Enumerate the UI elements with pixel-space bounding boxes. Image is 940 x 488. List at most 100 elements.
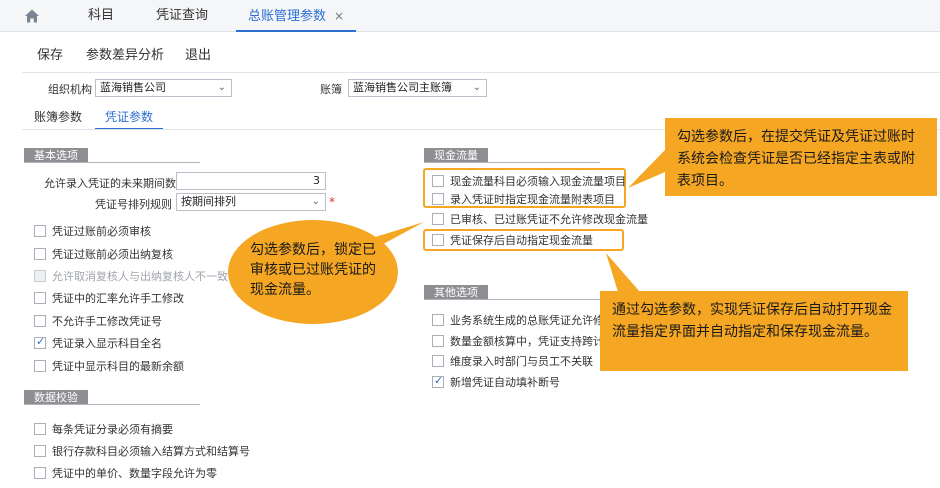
checkbox-bank-settlement[interactable]: 银行存款科目必须输入结算方式和结算号 (34, 443, 250, 459)
callout-text: 通过勾选参数，实现凭证保存后自动打开现金流量指定界面并自动指定和保存现金流量。 (612, 302, 892, 340)
checkbox-label: 新增凭证自动填补断号 (450, 376, 560, 389)
checkbox-latest-balance[interactable]: 凭证中显示科目的最新余额 (34, 358, 184, 374)
section-title: 基本选项 (24, 148, 88, 163)
checkbox-cashflow-attach[interactable]: 录入凭证时指定现金流量附表项目 (432, 191, 615, 207)
checkbox-dept-employee[interactable]: 维度录入时部门与员工不关联 (432, 353, 593, 369)
checkbox-box[interactable] (34, 292, 46, 304)
sort-rule-select[interactable]: 按期间排列 ⌄ (176, 193, 326, 211)
tab-label: 总账管理参数 (248, 9, 327, 24)
checkbox-label: 录入凭证时指定现金流量附表项目 (450, 193, 615, 206)
section-basic: 基本选项 (24, 148, 200, 163)
checkbox-label: 凭证中显示科目的最新余额 (52, 360, 184, 373)
org-select[interactable]: 蓝海销售公司 ⌄ (95, 79, 232, 97)
section-rule (24, 404, 200, 405)
toolbar: 保存 参数差异分析 退出 (22, 38, 940, 70)
tab-gl-params[interactable]: 总账管理参数 × (236, 0, 357, 32)
checkbox-label: 凭证中的汇率允许手工修改 (52, 292, 184, 305)
checkbox-box[interactable] (34, 423, 46, 435)
checkbox-auto-cashflow[interactable]: 凭证保存后自动指定现金流量 (432, 232, 593, 248)
checkbox-label: 不允许手工修改凭证号 (52, 315, 162, 328)
callout-pointer (628, 150, 665, 188)
subtab-label: 凭证参数 (105, 110, 154, 124)
tab-label: 科目 (88, 8, 115, 23)
section-title: 数据校验 (24, 390, 88, 405)
checkbox-box[interactable] (34, 315, 46, 327)
book-label: 账簿 (320, 83, 342, 96)
org-select-value: 蓝海销售公司 (100, 81, 166, 94)
checkbox-box[interactable] (432, 355, 444, 367)
tab-voucher-params[interactable]: 凭证参数 (95, 106, 164, 130)
checkbox-label: 凭证录入显示科目全名 (52, 337, 162, 350)
checkbox-label: 银行存款科目必须输入结算方式和结算号 (52, 445, 250, 458)
checkbox-manual-rate[interactable]: 凭证中的汇率允许手工修改 (34, 290, 184, 306)
checkbox-label: 允许取消复核人与出纳复核人不一致 (52, 270, 228, 283)
check-icon[interactable] (34, 335, 46, 349)
book-select[interactable]: 蓝海销售公司主账簿 ⌄ (348, 79, 487, 97)
callout-lock-cashflow: 勾选参数后，锁定已审核或已过账凭证的现金流量。 (228, 220, 398, 324)
checkbox-label: 维度录入时部门与员工不关联 (450, 355, 593, 368)
callout-submit-check: 勾选参数后，在提交凭证及凭证过账时系统会检查凭证是否已经指定主表或附表项目。 (665, 118, 937, 196)
checkbox-label: 现金流量科目必须输入现金流量项目 (450, 175, 626, 188)
chevron-down-icon: ⌄ (311, 196, 320, 207)
section-cashflow: 现金流量 (424, 148, 600, 163)
section-other: 其他选项 (424, 285, 600, 300)
checkbox-label: 每条凭证分录必须有摘要 (52, 423, 173, 436)
required-mark: * (329, 195, 335, 209)
checkbox-allow-zero[interactable]: 凭证中的单价、数量字段允许为零 (34, 465, 217, 481)
param-diff-button[interactable]: 参数差异分析 (86, 44, 164, 63)
org-label: 组织机构 (48, 83, 92, 96)
callout-text: 勾选参数后，锁定已审核或已过账凭证的现金流量。 (250, 242, 376, 298)
checkbox-box[interactable] (432, 193, 444, 205)
tab-label: 凭证查询 (156, 8, 209, 23)
sort-rule-value: 按期间排列 (181, 195, 236, 208)
checkbox-allow-modify-generated[interactable]: 业务系统生成的总账凭证允许修改 (432, 312, 615, 328)
checkbox-box[interactable] (34, 445, 46, 457)
checkbox-no-manual-number[interactable]: 不允许手工修改凭证号 (34, 313, 162, 329)
checkbox-fill-gap[interactable]: 新增凭证自动填补断号 (432, 374, 560, 390)
checkbox-box[interactable] (34, 225, 46, 237)
tab-subject[interactable]: 科目 (88, 0, 114, 32)
tab-voucher-query[interactable]: 凭证查询 (156, 0, 208, 32)
tab-book-params[interactable]: 账簿参数 (34, 106, 82, 130)
checkbox-box[interactable] (432, 175, 444, 187)
checkbox-box[interactable] (432, 234, 444, 246)
callout-text: 勾选参数后，在提交凭证及凭证过账时系统会检查凭证是否已经指定主表或附表项目。 (677, 129, 915, 189)
exit-button[interactable]: 退出 (185, 44, 211, 63)
checkbox-box[interactable] (34, 248, 46, 260)
section-title: 其他选项 (424, 285, 488, 300)
checkbox-must-cashier-review[interactable]: 凭证过账前必须出纳复核 (34, 246, 173, 262)
checkbox-cancel-review-mismatch: 允许取消复核人与出纳复核人不一致 (34, 268, 228, 284)
checkbox-box[interactable] (432, 335, 444, 347)
callout-pointer (606, 253, 640, 292)
toolbar-divider (22, 72, 940, 73)
section-title: 现金流量 (424, 148, 488, 163)
home-icon[interactable] (22, 6, 42, 26)
subtab-label: 账簿参数 (34, 110, 83, 124)
checkbox-lock-cashflow[interactable]: 已审核、已过账凭证不允许修改现金流量 (432, 211, 648, 227)
future-periods-input[interactable]: 3 (176, 172, 326, 190)
chevron-down-icon: ⌄ (472, 82, 481, 93)
close-icon[interactable]: × (334, 9, 344, 23)
checkbox-label: 凭证中的单价、数量字段允许为零 (52, 467, 217, 480)
checkbox-box[interactable] (34, 467, 46, 479)
checkbox-label: 凭证过账前必须出纳复核 (52, 248, 173, 261)
checkbox-cashflow-required[interactable]: 现金流量科目必须输入现金流量项目 (432, 173, 626, 189)
checkbox-full-subject-name[interactable]: 凭证录入显示科目全名 (34, 335, 162, 351)
checkbox-summary-required[interactable]: 每条凭证分录必须有摘要 (34, 421, 173, 437)
section-data-check: 数据校验 (24, 390, 200, 405)
check-icon[interactable] (432, 374, 444, 388)
save-button[interactable]: 保存 (37, 44, 63, 63)
callout-auto-assign: 通过勾选参数，实现凭证保存后自动打开现金流量指定界面并自动指定和保存现金流量。 (600, 291, 908, 371)
book-select-value: 蓝海销售公司主账簿 (353, 81, 452, 94)
checkbox-label: 已审核、已过账凭证不允许修改现金流量 (450, 213, 648, 226)
checkbox-must-audit[interactable]: 凭证过账前必须审核 (34, 223, 151, 239)
checkbox-box[interactable] (34, 360, 46, 372)
future-periods-label: 允许录入凭证的未来期间数 (44, 177, 176, 190)
top-tab-bar: 科目 凭证查询 总账管理参数 × (0, 0, 940, 32)
checkbox-label: 业务系统生成的总账凭证允许修改 (450, 314, 615, 327)
section-rule (24, 162, 200, 163)
checkbox-box[interactable] (432, 314, 444, 326)
sort-rule-label: 凭证号排列规则 (95, 198, 172, 211)
section-rule (424, 162, 600, 163)
checkbox-box[interactable] (432, 213, 444, 225)
